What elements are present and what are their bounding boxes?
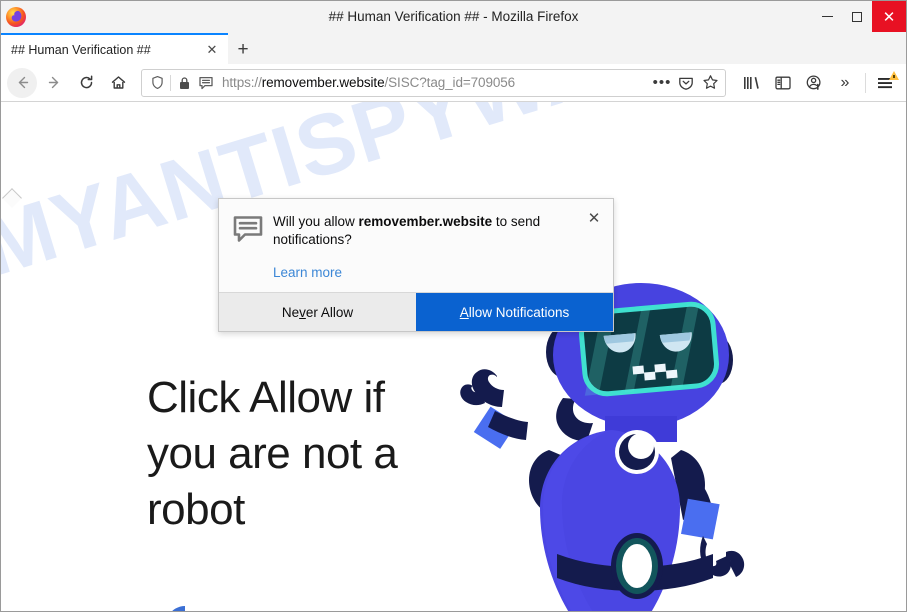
tab-human-verification[interactable]: ## Human Verification ## ✕	[1, 33, 228, 64]
title-bar: ## Human Verification ## - Mozilla Firef…	[1, 1, 906, 32]
popup-actions: Never Allow Allow Notifications	[219, 292, 613, 331]
page-actions-icon[interactable]: •••	[651, 72, 673, 94]
close-window-button[interactable]: ✕	[872, 1, 906, 32]
minimize-button[interactable]	[812, 1, 842, 32]
allow-notifications-label: Allow Notifications	[459, 304, 570, 320]
menu-icon[interactable]	[872, 69, 900, 97]
bookmark-star-icon[interactable]	[699, 72, 721, 94]
tab-close-icon[interactable]: ✕	[202, 40, 222, 60]
forward-button[interactable]	[39, 68, 69, 98]
allow-notifications-button[interactable]: Allow Notifications	[416, 293, 613, 331]
popup-close-icon[interactable]: ✕	[585, 209, 603, 227]
lock-icon[interactable]	[173, 72, 195, 94]
window-title: ## Human Verification ## - Mozilla Firef…	[328, 9, 579, 24]
notification-permission-icon[interactable]	[195, 72, 217, 94]
pocket-icon[interactable]	[675, 72, 697, 94]
url-host: removember.website	[261, 75, 385, 90]
toolbar-buttons: »	[734, 69, 900, 97]
url-path: /SISC?tag_id=709056	[384, 75, 516, 90]
browser-window: ## Human Verification ## - Mozilla Firef…	[0, 0, 907, 612]
tracking-protection-shield-icon[interactable]	[146, 72, 168, 94]
home-button[interactable]	[103, 68, 133, 98]
popup-arrow	[2, 188, 22, 208]
page-content: MYANTISPYWARE.COM Click Allow if you are…	[1, 102, 906, 611]
never-allow-button[interactable]: Never Allow	[219, 293, 416, 331]
library-icon[interactable]	[738, 69, 766, 97]
new-tab-button[interactable]: +	[228, 35, 258, 64]
popup-message-prefix: Will you allow	[273, 214, 359, 229]
sidebar-icon[interactable]	[769, 69, 797, 97]
page-headline: Click Allow if you are not a robot	[147, 373, 398, 534]
overflow-chevron-icon[interactable]: »	[831, 69, 859, 97]
navigation-toolbar: https://removember.website/SISC?tag_id=7…	[1, 64, 906, 102]
tab-strip: ## Human Verification ## ✕ +	[1, 32, 906, 64]
popup-texts: Will you allow removember.website to sen…	[267, 213, 599, 282]
never-allow-label: Never Allow	[281, 304, 354, 320]
url-scheme: https://	[222, 75, 262, 90]
firefox-logo-icon	[5, 6, 27, 28]
notification-permission-popup: Will you allow removember.website to sen…	[2, 188, 614, 332]
window-controls: ✕	[812, 1, 906, 32]
tab-title: ## Human Verification ##	[11, 42, 151, 57]
toolbar-separator	[865, 72, 866, 93]
urlbar-separator	[170, 74, 171, 91]
captcha-badge: E-CAPTCHA	[153, 600, 217, 611]
popup-notification-icon	[233, 213, 267, 282]
popup-body: Will you allow removember.website to sen…	[219, 199, 613, 292]
popup-message: Will you allow removember.website to sen…	[273, 213, 583, 249]
maximize-button[interactable]	[842, 1, 872, 32]
warning-badge-icon	[889, 70, 899, 80]
reload-button[interactable]	[71, 68, 101, 98]
captcha-logo-icon	[160, 600, 210, 611]
learn-more-link[interactable]: Learn more	[273, 265, 342, 280]
url-text[interactable]: https://removember.website/SISC?tag_id=7…	[217, 75, 651, 90]
account-icon[interactable]	[800, 69, 828, 97]
back-button[interactable]	[7, 67, 37, 98]
popup-message-host: removember.website	[358, 214, 493, 229]
address-bar[interactable]: https://removember.website/SISC?tag_id=7…	[141, 68, 726, 97]
